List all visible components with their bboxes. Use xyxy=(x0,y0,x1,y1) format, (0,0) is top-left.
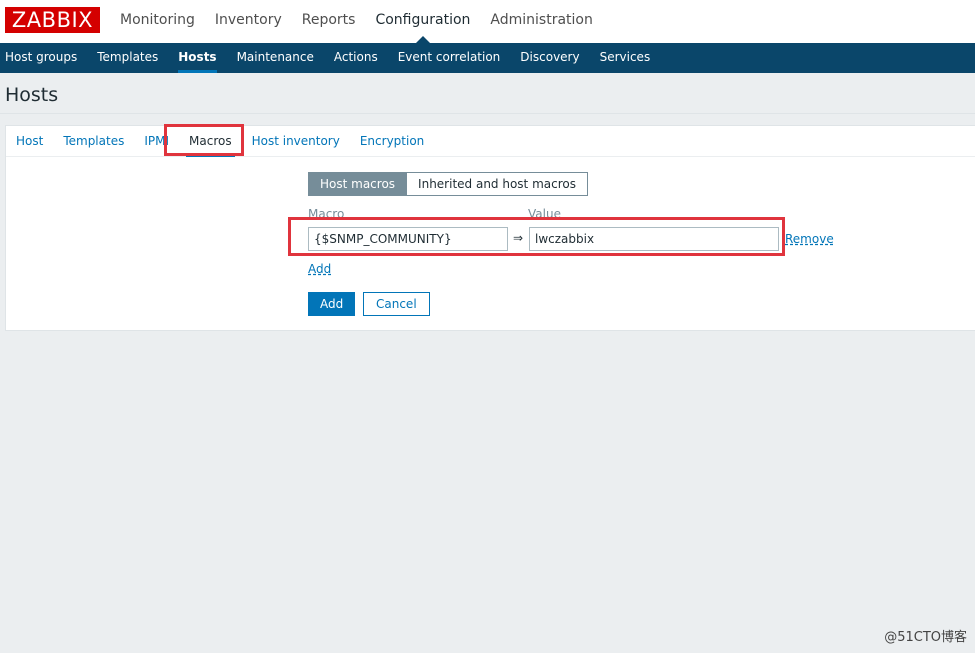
submenu-hosts[interactable]: Hosts xyxy=(168,43,226,73)
submenu-discovery[interactable]: Discovery xyxy=(510,43,589,73)
macro-row-highlight xyxy=(288,217,785,256)
submenu-event-correlation[interactable]: Event correlation xyxy=(388,43,511,73)
menu-inventory[interactable]: Inventory xyxy=(205,0,292,43)
watermark: @51CTO博客 xyxy=(884,630,967,645)
submenu-maintenance[interactable]: Maintenance xyxy=(227,43,324,73)
tab-templates[interactable]: Templates xyxy=(53,126,134,156)
sub-menu: Host groups Templates Hosts Maintenance … xyxy=(0,43,975,73)
title-divider xyxy=(0,113,975,114)
menu-reports[interactable]: Reports xyxy=(292,0,366,43)
tab-host[interactable]: Host xyxy=(6,126,53,156)
page-title: Hosts xyxy=(5,84,59,106)
tab-host-inventory[interactable]: Host inventory xyxy=(242,126,350,156)
submenu-services[interactable]: Services xyxy=(590,43,661,73)
menu-administration[interactable]: Administration xyxy=(480,0,602,43)
submenu-actions[interactable]: Actions xyxy=(324,43,388,73)
zabbix-logo[interactable]: ZABBIX xyxy=(5,7,100,33)
host-macros-button[interactable]: Host macros xyxy=(308,172,408,196)
main-menu: Monitoring Inventory Reports Configurati… xyxy=(110,0,603,43)
add-macro-link[interactable]: Add xyxy=(308,262,331,276)
inherited-macros-button[interactable]: Inherited and host macros xyxy=(407,172,588,196)
form-tabs: Host Templates IPMI Macros Host inventor… xyxy=(6,126,975,157)
tab-encryption[interactable]: Encryption xyxy=(350,126,434,156)
cancel-button[interactable]: Cancel xyxy=(363,292,430,316)
macro-view-toggle: Host macros Inherited and host macros xyxy=(308,172,588,196)
remove-macro-link[interactable]: Remove xyxy=(785,232,834,246)
submenu-host-groups[interactable]: Host groups xyxy=(0,43,87,73)
macros-tab-highlight xyxy=(164,124,244,156)
menu-monitoring[interactable]: Monitoring xyxy=(110,0,205,43)
add-button[interactable]: Add xyxy=(308,292,356,316)
submenu-templates[interactable]: Templates xyxy=(87,43,168,73)
menu-configuration[interactable]: Configuration xyxy=(365,0,480,43)
top-bar: ZABBIX Monitoring Inventory Reports Conf… xyxy=(0,0,975,43)
